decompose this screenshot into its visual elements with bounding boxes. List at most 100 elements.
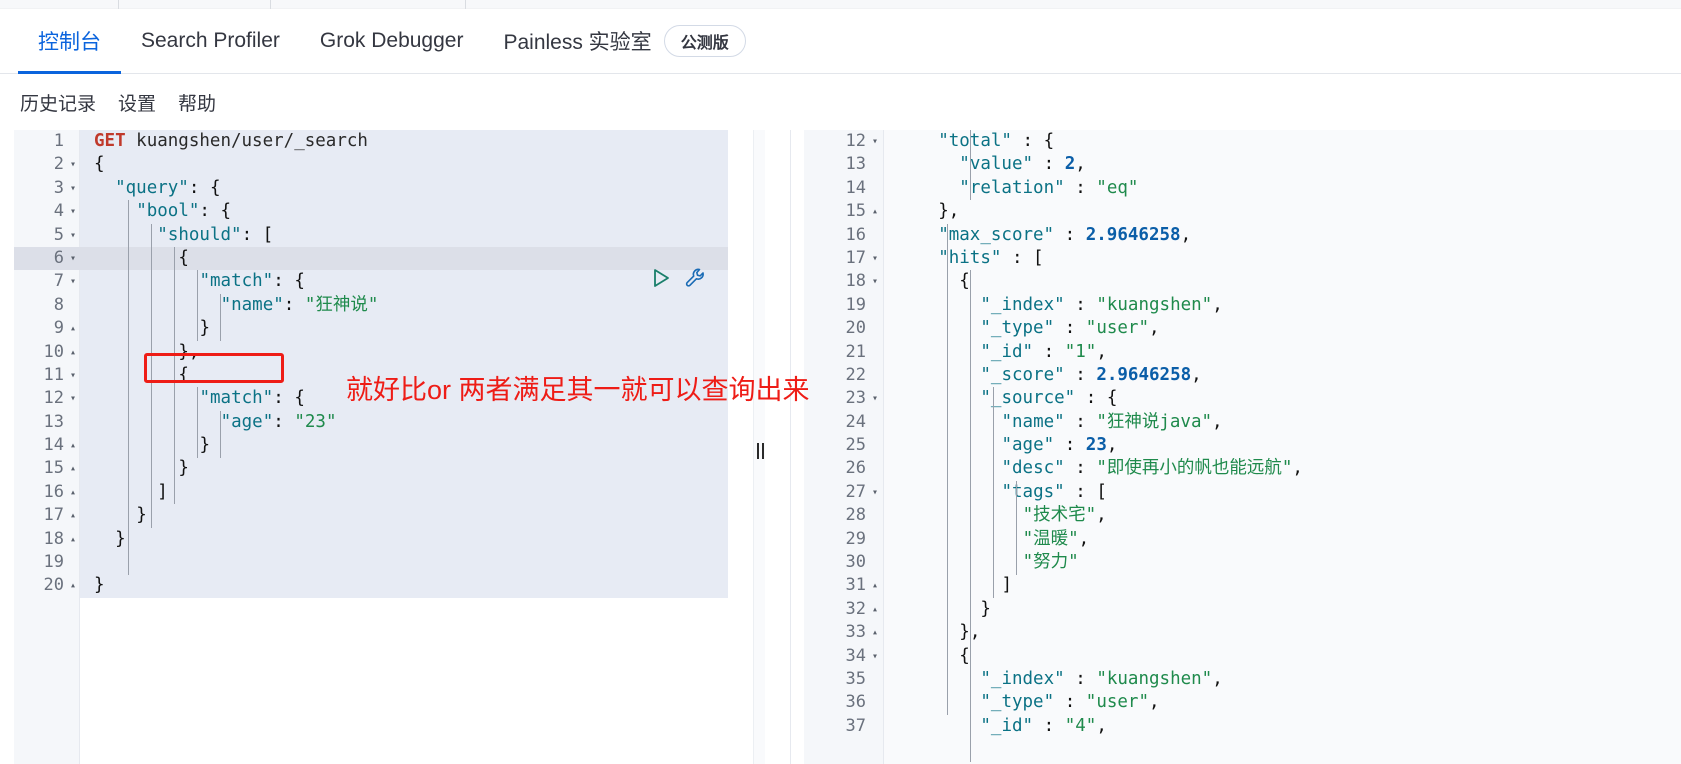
fold-toggle-icon[interactable]: ▾ (868, 270, 882, 293)
fold-toggle-icon[interactable]: ▾ (868, 247, 882, 270)
fold-toggle-icon[interactable]: ▾ (868, 645, 882, 668)
code-line[interactable]: 22 "_score" : 2.9646258, (804, 364, 1681, 387)
submenu-item-history[interactable]: 历史记录 (20, 89, 96, 116)
splitter-grip-icon[interactable] (756, 443, 764, 459)
console-response-viewer[interactable]: 12 ▾ "total" : {13 "value" : 2, 14 "relati… (790, 130, 1681, 764)
code-line[interactable]: 18 ▴ } (14, 528, 790, 551)
code-line[interactable]: 20 "_type" : "user", (804, 317, 1681, 340)
code-line[interactable]: 17 ▾ "hits" : [ (804, 247, 1681, 270)
code-line[interactable]: 1 GET kuangshen/user/_search (14, 130, 790, 153)
line-number: 19 (845, 294, 866, 315)
tab-search-profiler[interactable]: Search Profiler (121, 9, 300, 74)
submenu-item-settings[interactable]: 设置 (118, 89, 156, 116)
fold-toggle-icon[interactable]: ▾ (66, 247, 80, 270)
code-line[interactable]: 28 "技术宅", (804, 504, 1681, 527)
fold-toggle-icon[interactable]: ▾ (66, 364, 80, 387)
response-lines[interactable]: 12 ▾ "total" : {13 "value" : 2, 14 "relati… (804, 130, 1681, 764)
code-line[interactable]: 9 ▴ } (14, 317, 790, 340)
fold-toggle-icon[interactable]: ▴ (868, 574, 882, 597)
line-number: 23 (845, 388, 866, 409)
code-line[interactable]: 14 "relation" : "eq" (804, 177, 1681, 200)
code-line[interactable]: 18 ▾ { (804, 270, 1681, 293)
tab-grok-debugger[interactable]: Grok Debugger (300, 9, 484, 74)
fold-toggle-icon[interactable]: ▴ (66, 504, 80, 527)
line-number: 7 (53, 271, 64, 292)
code-line[interactable]: 19 (14, 551, 790, 574)
fold-toggle-icon[interactable]: ▴ (66, 457, 80, 480)
code-line[interactable]: 12 ▾ "total" : { (804, 130, 1681, 153)
code-line[interactable]: 30 "努力" (804, 551, 1681, 574)
fold-toggle-icon[interactable]: ▾ (868, 481, 882, 504)
code-line[interactable]: 21 "_id" : "1", (804, 341, 1681, 364)
fold-toggle-icon[interactable]: ▾ (868, 387, 882, 410)
code-line[interactable]: 35 "_index" : "kuangshen", (804, 668, 1681, 691)
code-line[interactable]: 15 ▴ }, (804, 200, 1681, 223)
fold-toggle-icon[interactable]: ▴ (66, 574, 80, 597)
code-line[interactable]: 31 ▴ ] (804, 574, 1681, 597)
fold-toggle-icon[interactable]: ▴ (868, 621, 882, 644)
code-line[interactable]: 23 ▾ "_source" : { (804, 387, 1681, 410)
code-line[interactable]: 10 ▴ }, (14, 341, 790, 364)
response-pane[interactable]: 12 ▾ "total" : {13 "value" : 2, 14 "relati… (790, 130, 1681, 764)
code-line[interactable]: 27 ▾ "tags" : [ (804, 481, 1681, 504)
fold-toggle-icon[interactable]: ▾ (66, 200, 80, 223)
code-line[interactable]: 25 "age" : 23, (804, 434, 1681, 457)
code-line[interactable]: 16 ▴ ] (14, 481, 790, 504)
code-line[interactable]: 36 "_type" : "user", (804, 691, 1681, 714)
code-line[interactable]: 17 ▴ } (14, 504, 790, 527)
beta-badge[interactable]: 公测版 (663, 25, 746, 57)
submenu-item-help[interactable]: 帮助 (178, 89, 216, 116)
request-pane[interactable]: 1 GET kuangshen/user/_search 2 ▾{3 ▾ "query"… (0, 130, 810, 764)
fold-toggle-icon[interactable]: ▾ (66, 387, 80, 410)
console-request-editor[interactable]: 1 GET kuangshen/user/_search 2 ▾{3 ▾ "query"… (14, 130, 790, 764)
wrench-icon[interactable] (684, 266, 708, 290)
line-number: 32 (845, 598, 866, 619)
pane-splitter[interactable] (753, 130, 765, 764)
tab-painless-lab[interactable]: Painless 实验室 公测版 (483, 9, 765, 74)
code-text: } (115, 528, 126, 549)
code-line[interactable]: 4 ▾ "bool": { (14, 200, 790, 223)
line-number: 6 (53, 247, 64, 268)
code-text: { (94, 154, 105, 175)
code-line[interactable]: 13 "value" : 2, (804, 153, 1681, 176)
fold-toggle-icon[interactable]: ▴ (868, 200, 882, 223)
line-number: 37 (845, 715, 866, 736)
fold-toggle-icon[interactable]: ▾ (66, 153, 80, 176)
code-text: "age": "23" (220, 411, 337, 432)
code-line[interactable]: 33 ▴ }, (804, 621, 1681, 644)
fold-toggle-icon[interactable]: ▴ (66, 481, 80, 504)
fold-toggle-icon[interactable]: ▾ (868, 130, 882, 153)
code-line[interactable]: 20 ▴} (14, 574, 790, 597)
code-line[interactable]: 34 ▾ { (804, 645, 1681, 668)
code-line[interactable]: 19 "_index" : "kuangshen", (804, 294, 1681, 317)
line-number: 13 (845, 154, 866, 175)
code-line[interactable]: 32 ▴ } (804, 598, 1681, 621)
code-line[interactable]: 8 "name": "狂神说" (14, 294, 790, 317)
code-line[interactable]: 14 ▴ } (14, 434, 790, 457)
fold-toggle-icon[interactable]: ▴ (66, 317, 80, 340)
code-line[interactable]: 16 "max_score" : 2.9646258, (804, 224, 1681, 247)
play-icon[interactable] (650, 267, 672, 289)
indent-guide (220, 293, 221, 341)
fold-toggle-icon[interactable]: ▴ (66, 528, 80, 551)
code-text: "_type" : "user", (980, 318, 1160, 339)
tab-console[interactable]: 控制台 (18, 9, 121, 74)
code-line[interactable]: 24 "name" : "狂神说java", (804, 411, 1681, 434)
fold-toggle-icon[interactable]: ▾ (66, 224, 80, 247)
request-lines[interactable]: 1 GET kuangshen/user/_search 2 ▾{3 ▾ "query"… (14, 130, 790, 764)
fold-toggle-icon[interactable]: ▾ (66, 177, 80, 200)
code-text: "hits" : [ (938, 247, 1044, 268)
code-line[interactable]: 26 "desc" : "即使再小的帆也能远航", (804, 457, 1681, 480)
code-line[interactable]: 5 ▾ "should": [ (14, 224, 790, 247)
tab-console-label: 控制台 (38, 31, 101, 54)
fold-toggle-icon[interactable]: ▴ (66, 341, 80, 364)
code-line[interactable]: 13 "age": "23" (14, 411, 790, 434)
code-line[interactable]: 3 ▾ "query": { (14, 177, 790, 200)
code-line[interactable]: 15 ▴ } (14, 457, 790, 480)
fold-toggle-icon[interactable]: ▴ (66, 434, 80, 457)
fold-toggle-icon[interactable]: ▴ (868, 598, 882, 621)
code-line[interactable]: 29 "温暖", (804, 528, 1681, 551)
code-line[interactable]: 2 ▾ { (14, 153, 790, 176)
fold-toggle-icon[interactable]: ▾ (66, 270, 80, 293)
code-line[interactable]: 37 "_id" : "4", (804, 715, 1681, 738)
